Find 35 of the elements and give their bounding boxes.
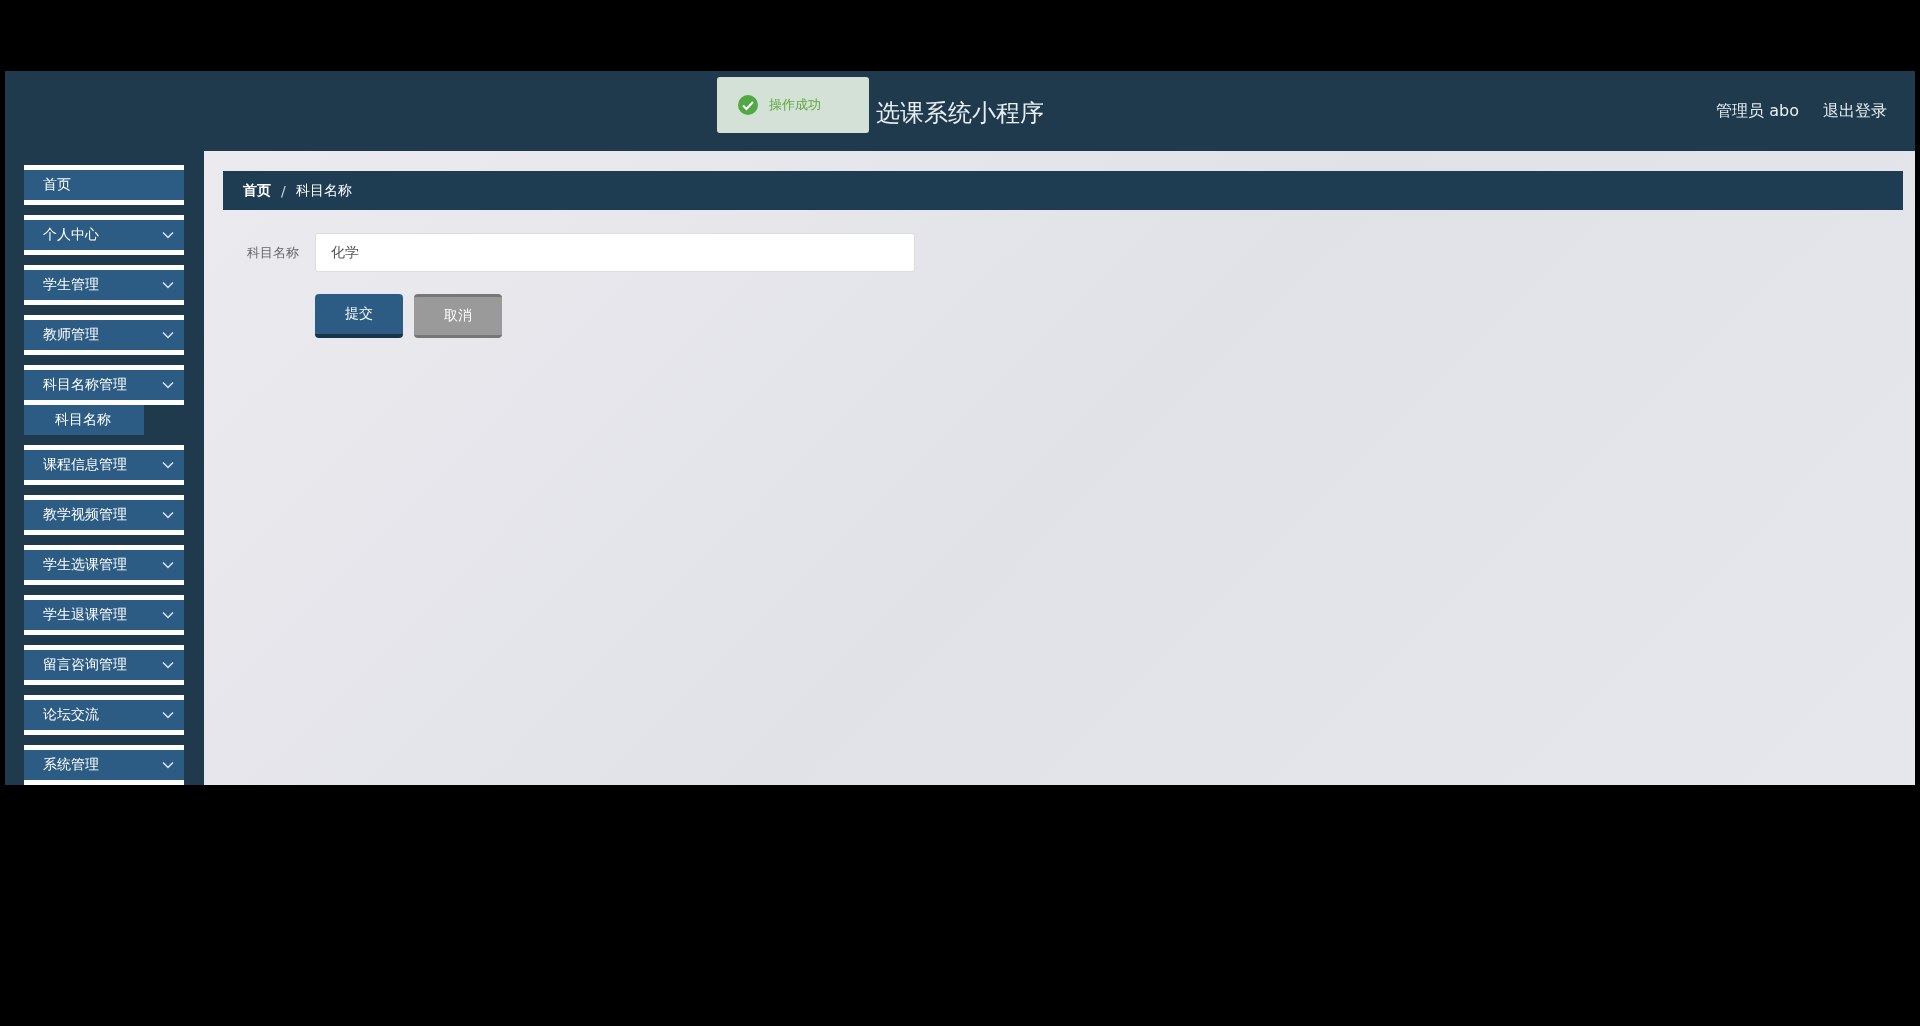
- sidebar-item[interactable]: 学生退课管理: [24, 595, 184, 635]
- breadcrumb-link[interactable]: 科目名称: [295, 181, 352, 200]
- chevron-down-icon: [162, 461, 174, 469]
- chevron-down-icon: [162, 511, 174, 519]
- submit-button[interactable]: 提交: [315, 294, 403, 338]
- app-title: 选课系统小程序: [876, 98, 1044, 129]
- sidebar-item[interactable]: 留言咨询管理: [24, 645, 184, 685]
- sidebar-item[interactable]: 学生管理: [24, 265, 184, 305]
- chevron-down-icon: [162, 711, 174, 719]
- chevron-down-icon: [162, 331, 174, 339]
- logout-link[interactable]: 退出登录: [1823, 100, 1887, 122]
- sidebar-item[interactable]: 论坛交流: [24, 695, 184, 735]
- sidebar-item[interactable]: 教学视频管理: [24, 495, 184, 535]
- breadcrumb-separator: /: [281, 182, 286, 199]
- check-icon: [737, 94, 759, 116]
- sidebar-item[interactable]: 学生选课管理: [24, 545, 184, 585]
- sidebar-item[interactable]: 课程信息管理: [24, 445, 184, 485]
- breadcrumb-link[interactable]: 首页: [243, 181, 271, 200]
- chevron-down-icon: [162, 761, 174, 769]
- chevron-down-icon: [162, 561, 174, 569]
- chevron-down-icon: [162, 231, 174, 239]
- field-label: 科目名称: [247, 243, 300, 262]
- chevron-down-icon: [162, 381, 174, 389]
- chevron-down-icon: [162, 661, 174, 669]
- chevron-down-icon: [162, 611, 174, 619]
- user-name: 管理员 abo: [1716, 100, 1799, 122]
- toast-text: 操作成功: [769, 96, 821, 114]
- sidebar-item[interactable]: 首页: [24, 165, 184, 205]
- sidebar-item[interactable]: 系统管理: [24, 745, 184, 785]
- sidebar-item[interactable]: 个人中心: [24, 215, 184, 255]
- chevron-down-icon: [162, 281, 174, 289]
- submenu-item[interactable]: 科目名称: [24, 405, 144, 435]
- input-field[interactable]: 化学: [315, 233, 915, 272]
- sidebar-item[interactable]: 科目名称管理: [24, 365, 184, 405]
- sidebar-item[interactable]: 教师管理: [24, 315, 184, 355]
